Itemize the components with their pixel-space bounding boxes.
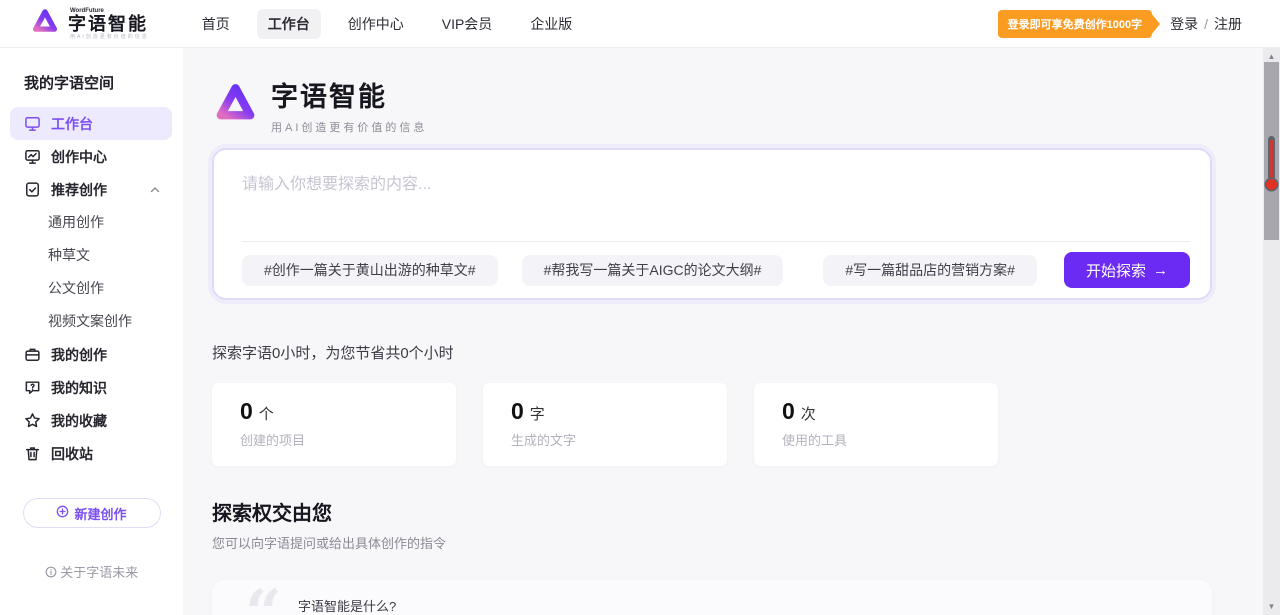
nav-workbench[interactable]: 工作台 <box>257 9 321 39</box>
brand-logo[interactable]: WordFuture 字语智能 用AI创造更有价值的信息 <box>30 6 149 41</box>
sidebar-item-label: 创作中心 <box>51 147 107 167</box>
sidebar-item-recycle-bin[interactable]: 回收站 <box>0 437 183 470</box>
sidebar-item-label: 我的创作 <box>51 345 107 365</box>
scrollbar-down-arrow[interactable]: ▼ <box>1263 602 1280 611</box>
example-question: 字语智能是什么? <box>298 596 396 615</box>
sidebar: 我的字语空间 工作台 创作中心 推荐创作 通用创作 种草文 公文创作 视频文案创… <box>0 48 183 615</box>
sidebar-subitem-official-doc[interactable]: 公文创作 <box>0 272 183 305</box>
thermometer-indicator-icon <box>1264 135 1279 193</box>
brand-tagline: 用AI创造更有价值的信息 <box>70 35 149 40</box>
sidebar-item-label: 推荐创作 <box>51 180 107 200</box>
stat-label: 生成的文字 <box>511 430 727 449</box>
sidebar-item-label: 我的收藏 <box>51 411 107 431</box>
top-navigation: 首页 工作台 创作中心 VIP会员 企业版 <box>191 9 584 39</box>
stat-unit: 字 <box>530 406 545 423</box>
info-circle-icon <box>45 565 61 580</box>
doc-check-icon <box>24 181 41 198</box>
nav-vip[interactable]: VIP会员 <box>431 9 504 39</box>
sidebar-item-label: 我的知识 <box>51 378 107 398</box>
sidebar-subitem-seeding[interactable]: 种草文 <box>0 239 183 272</box>
start-explore-label: 开始探索 <box>1086 260 1146 281</box>
sidebar-item-label: 工作台 <box>51 114 93 134</box>
trash-icon <box>24 445 41 462</box>
explore-section-subtitle: 您可以向字语提问或给出具体创作的指令 <box>212 533 1212 552</box>
sidebar-item-workbench[interactable]: 工作台 <box>10 107 172 140</box>
about-link[interactable]: 关于字语未来 <box>0 562 183 581</box>
auth-divider: / <box>1204 16 1208 32</box>
nav-home[interactable]: 首页 <box>191 9 241 39</box>
login-link[interactable]: 登录 <box>1170 14 1198 34</box>
monitor-icon <box>24 115 41 132</box>
briefcase-icon <box>24 346 41 363</box>
sidebar-item-label: 回收站 <box>51 444 93 464</box>
login-promo-badge[interactable]: 登录即可享免费创作1000字 <box>998 10 1152 38</box>
stat-card-tools: 0次 使用的工具 <box>754 383 998 466</box>
new-creation-label: 新建创作 <box>74 504 126 523</box>
stat-value: 0 <box>782 398 795 424</box>
hero-brand-tagline: 用AI创造更有价值的信息 <box>271 119 427 135</box>
sidebar-item-my-creations[interactable]: 我的创作 <box>0 338 183 371</box>
stat-unit: 个 <box>259 406 274 423</box>
brand-triangle-icon <box>30 6 60 41</box>
suggestion-chip-aigc[interactable]: #帮我写一篇关于AIGC的论文大纲# <box>522 255 784 286</box>
about-label: 关于字语未来 <box>60 565 138 580</box>
sidebar-subitem-general[interactable]: 通用创作 <box>0 206 183 239</box>
example-prompt-card: “ 字语智能是什么? 嘿，帮我创作一篇北京出游攻略 <box>212 580 1212 615</box>
main-content: 字语智能 用AI创造更有价值的信息 #创作一篇关于黄山出游的种草文# #帮我写一… <box>183 48 1263 615</box>
question-bubble-icon <box>24 379 41 396</box>
star-icon <box>24 412 41 429</box>
hero-brand-name: 字语智能 <box>271 75 427 114</box>
start-explore-button[interactable]: 开始探索 → <box>1064 252 1190 288</box>
brand-name: 字语智能 <box>68 15 149 33</box>
page-scrollbar[interactable]: ▲ ▼ <box>1263 48 1280 615</box>
stat-value: 0 <box>240 398 253 424</box>
suggestion-chip-dessert[interactable]: #写一篇甜品店的营销方案# <box>823 255 1037 286</box>
sidebar-item-recommend[interactable]: 推荐创作 <box>0 173 183 206</box>
sidebar-title: 我的字语空间 <box>24 72 183 93</box>
stats-cards: 0个 创建的项目 0字 生成的文字 0次 使用的工具 <box>212 383 1212 466</box>
arrow-right-icon: → <box>1153 262 1168 279</box>
stat-card-words: 0字 生成的文字 <box>483 383 727 466</box>
sidebar-item-creation-center[interactable]: 创作中心 <box>0 140 183 173</box>
monitor-chart-icon <box>24 148 41 165</box>
search-input[interactable] <box>242 170 1182 241</box>
suggestion-chip-huangshan[interactable]: #创作一篇关于黄山出游的种草文# <box>242 255 498 286</box>
hero-triangle-icon <box>212 79 259 131</box>
suggestion-chips-row: #创作一篇关于黄山出游的种草文# #帮我写一篇关于AIGC的论文大纲# #写一篇… <box>242 241 1190 298</box>
header-right: 登录即可享免费创作1000字 登录 / 注册 <box>998 10 1242 38</box>
stat-unit: 次 <box>801 406 816 423</box>
scrollbar-up-arrow[interactable]: ▲ <box>1263 52 1280 61</box>
nav-creation-center[interactable]: 创作中心 <box>337 9 415 39</box>
stat-label: 创建的项目 <box>240 430 456 449</box>
stat-card-projects: 0个 创建的项目 <box>212 383 456 466</box>
search-panel: #创作一篇关于黄山出游的种草文# #帮我写一篇关于AIGC的论文大纲# #写一篇… <box>212 148 1212 300</box>
explore-section-title: 探索权交由您 <box>212 497 1212 526</box>
brand-english-name: WordFuture <box>70 8 149 14</box>
plus-circle-icon <box>56 505 69 521</box>
nav-enterprise[interactable]: 企业版 <box>519 9 583 39</box>
chevron-up-icon[interactable] <box>149 184 161 196</box>
sidebar-subitem-video-script[interactable]: 视频文案创作 <box>0 305 183 338</box>
stat-value: 0 <box>511 398 524 424</box>
stat-label: 使用的工具 <box>782 430 998 449</box>
sidebar-item-my-knowledge[interactable]: 我的知识 <box>0 371 183 404</box>
new-creation-button[interactable]: 新建创作 <box>23 498 161 528</box>
quote-mark-icon: “ <box>245 582 282 615</box>
top-header: WordFuture 字语智能 用AI创造更有价值的信息 首页 工作台 创作中心… <box>0 0 1280 48</box>
register-link[interactable]: 注册 <box>1214 14 1242 34</box>
stats-summary-text: 探索字语0小时，为您节省共0个小时 <box>212 342 1212 363</box>
sidebar-item-my-favorites[interactable]: 我的收藏 <box>0 404 183 437</box>
hero-brand-block: 字语智能 用AI创造更有价值的信息 <box>212 75 1212 135</box>
